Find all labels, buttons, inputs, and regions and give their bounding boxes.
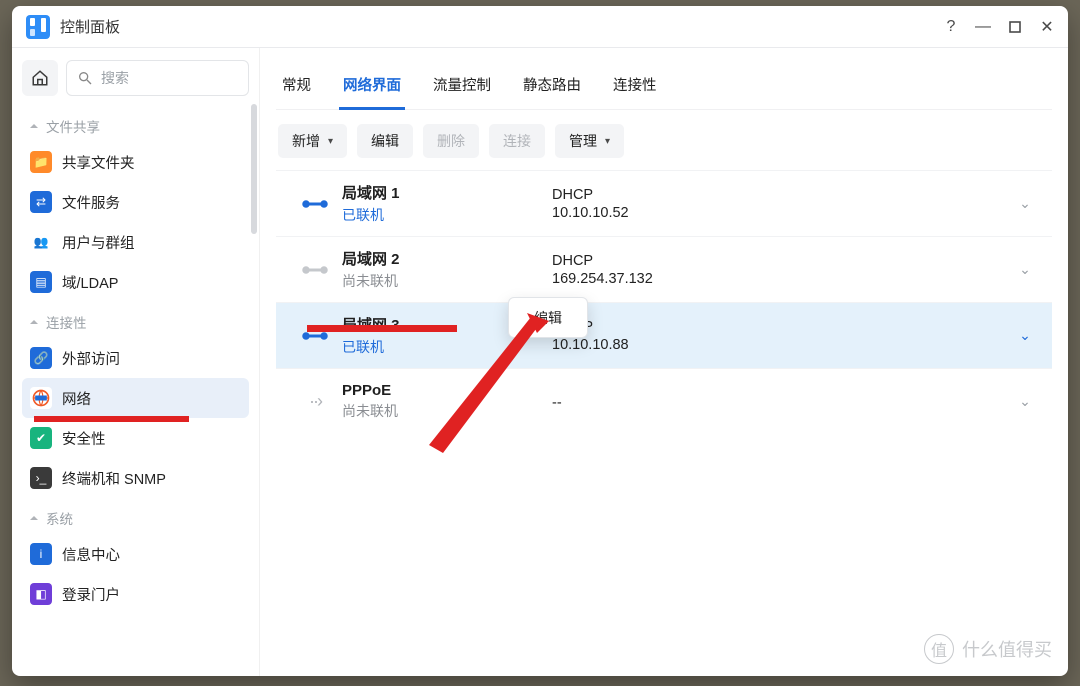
folder-icon: 📁	[30, 151, 52, 173]
interface-address: 169.254.37.132	[552, 271, 1010, 287]
delete-button[interactable]: 删除	[423, 124, 479, 158]
interface-row[interactable]: ··› PPPoE 尚未联机 -- ⌄	[276, 368, 1052, 434]
interface-status: 尚未联机	[342, 271, 552, 291]
connect-button[interactable]: 连接	[489, 124, 545, 158]
maximize-button[interactable]	[1002, 14, 1028, 40]
tab-static-route[interactable]: 静态路由	[519, 64, 585, 109]
sidebar-item-users-groups[interactable]: 👥 用户与群组	[22, 222, 249, 262]
app-icon	[26, 15, 50, 39]
interface-list: 局域网 1 已联机 DHCP 10.10.10.52 ⌄ 局域网 2	[276, 170, 1052, 676]
tab-connectivity[interactable]: 连接性	[609, 64, 661, 109]
book-icon: ▤	[30, 271, 52, 293]
expand-icon[interactable]: ⌄	[1010, 261, 1040, 278]
interface-status: 已联机	[342, 337, 552, 357]
search-input[interactable]: 搜索	[66, 60, 249, 96]
sidebar-item-external-access[interactable]: 🔗 外部访问	[22, 338, 249, 378]
sidebar: 搜索 文件共享 📁 共享文件夹 ⇄ 文件服务 👥 用户与群组	[12, 48, 260, 676]
chevron-down-icon: ▾	[328, 136, 333, 147]
transfer-icon: ⇄	[30, 191, 52, 213]
link-icon: 🔗	[30, 347, 52, 369]
network-port-icon	[288, 263, 342, 277]
sidebar-item-shared-folder[interactable]: 📁 共享文件夹	[22, 142, 249, 182]
expand-icon[interactable]: ⌄	[1010, 393, 1040, 410]
network-port-icon	[288, 197, 342, 211]
group-header-connectivity[interactable]: 连接性	[22, 302, 249, 338]
group-header-system[interactable]: 系统	[22, 498, 249, 534]
sidebar-item-info-center[interactable]: i 信息中心	[22, 534, 249, 574]
sidebar-item-security[interactable]: ✔ 安全性	[22, 418, 249, 458]
interface-proto: DHCP	[552, 187, 1010, 203]
window-title: 控制面板	[60, 16, 120, 37]
sidebar-item-network[interactable]: 网络	[22, 378, 249, 418]
titlebar: 控制面板 ? — ✕	[12, 6, 1068, 48]
search-placeholder: 搜索	[101, 68, 129, 88]
interface-proto: DHCP	[552, 319, 1010, 335]
close-button[interactable]: ✕	[1034, 14, 1060, 40]
home-button[interactable]	[22, 60, 58, 96]
interface-row[interactable]: 局域网 3 已联机 DHCP 10.10.10.88 ⌄	[276, 302, 1052, 368]
content-area: 常规 网络界面 流量控制 静态路由 连接性 新增▾ 编辑 删除 连接 管理▾	[260, 48, 1068, 676]
interface-proto: DHCP	[552, 253, 1010, 269]
scrollbar-thumb[interactable]	[251, 104, 257, 234]
annotation-underline	[307, 325, 457, 332]
help-button[interactable]: ?	[938, 14, 964, 40]
edit-button[interactable]: 编辑	[357, 124, 413, 158]
portal-icon: ◧	[30, 583, 52, 605]
group-header-share[interactable]: 文件共享	[22, 106, 249, 142]
chevron-down-icon: ▾	[605, 136, 610, 147]
info-icon: i	[30, 543, 52, 565]
expand-icon[interactable]: ⌄	[1010, 327, 1040, 344]
expand-icon[interactable]: ⌄	[1010, 195, 1040, 212]
interface-name: 局域网 1	[342, 182, 552, 203]
terminal-icon: ›_	[30, 467, 52, 489]
interface-status: 已联机	[342, 205, 552, 225]
square-icon	[1008, 20, 1022, 34]
interface-row[interactable]: 局域网 2 尚未联机 DHCP 169.254.37.132 ⌄	[276, 236, 1052, 302]
home-icon	[31, 69, 49, 87]
sidebar-item-file-services[interactable]: ⇄ 文件服务	[22, 182, 249, 222]
interface-address: --	[552, 395, 1010, 411]
tab-network-interface[interactable]: 网络界面	[339, 64, 405, 109]
toolbar: 新增▾ 编辑 删除 连接 管理▾	[276, 110, 1052, 170]
add-button[interactable]: 新增▾	[278, 124, 347, 158]
interface-name: PPPoE	[342, 382, 552, 399]
sidebar-item-login-portal[interactable]: ◧ 登录门户	[22, 574, 249, 614]
tabs: 常规 网络界面 流量控制 静态路由 连接性	[276, 60, 1052, 110]
users-icon: 👥	[30, 231, 52, 253]
chevron-up-icon	[28, 120, 40, 132]
chevron-up-icon	[28, 512, 40, 524]
interface-address: 10.10.10.52	[552, 205, 1010, 221]
pppoe-icon: ··›	[288, 391, 342, 412]
globe-icon	[30, 387, 52, 409]
interface-name: 局域网 2	[342, 248, 552, 269]
sidebar-item-domain-ldap[interactable]: ▤ 域/LDAP	[22, 262, 249, 302]
interface-address: 10.10.10.88	[552, 337, 1010, 353]
tab-general[interactable]: 常规	[278, 64, 315, 109]
search-icon	[77, 70, 93, 86]
chevron-up-icon	[28, 316, 40, 328]
interface-status: 尚未联机	[342, 401, 552, 421]
sidebar-item-terminal-snmp[interactable]: ›_ 终端机和 SNMP	[22, 458, 249, 498]
sliders-icon	[26, 15, 50, 39]
minimize-button[interactable]: —	[970, 14, 996, 40]
manage-button[interactable]: 管理▾	[555, 124, 624, 158]
interface-row[interactable]: 局域网 1 已联机 DHCP 10.10.10.52 ⌄	[276, 170, 1052, 236]
tab-traffic-control[interactable]: 流量控制	[429, 64, 495, 109]
shield-icon: ✔	[30, 427, 52, 449]
context-edit-popup[interactable]: 编辑	[508, 297, 588, 338]
